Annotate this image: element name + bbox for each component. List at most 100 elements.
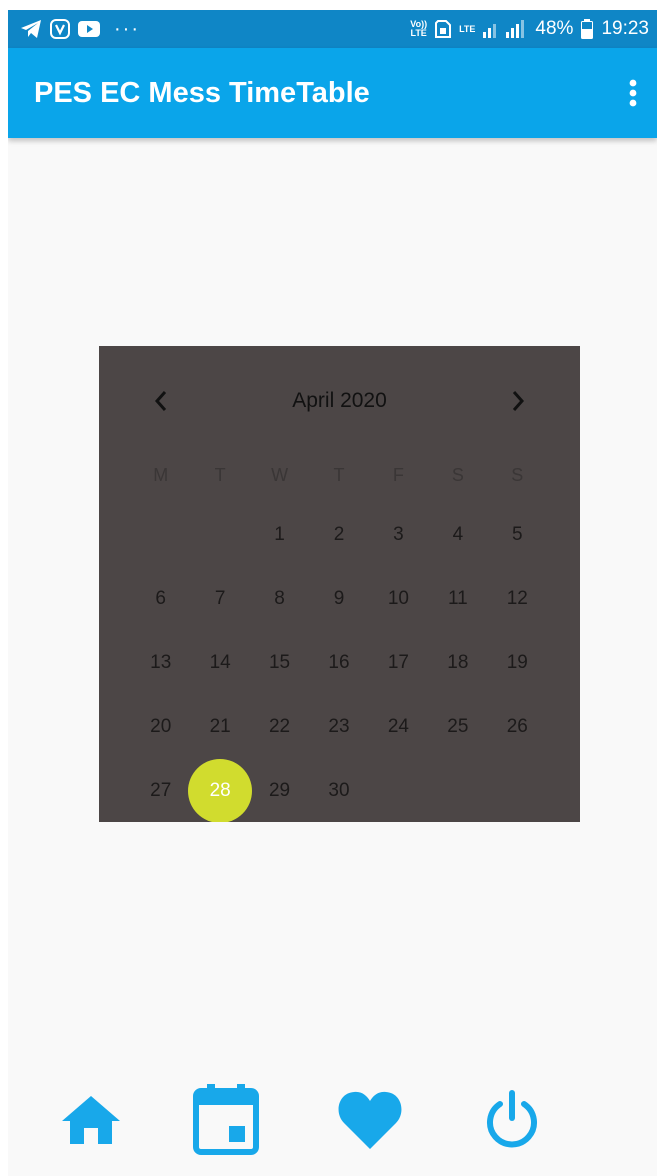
favorite-icon [338, 1091, 402, 1149]
signal-icon [483, 20, 527, 38]
day-number: 2 [333, 524, 345, 545]
logout-button[interactable] [480, 1070, 544, 1170]
app-title: PES EC Mess TimeTable [34, 77, 370, 109]
app-screen: ··· Vo)) LTE LTE 48% 19:23 PES EC Mess T… [8, 10, 657, 1176]
calendar-day[interactable]: 18 [428, 631, 487, 695]
calendar-day[interactable]: 25 [428, 695, 487, 759]
weekday-label: T [214, 465, 226, 485]
day-number: 11 [447, 588, 468, 609]
day-number: 26 [506, 716, 528, 737]
calendar-day[interactable]: 11 [428, 567, 487, 631]
chevron-right-icon [512, 391, 525, 411]
calendar-day[interactable]: 8 [250, 567, 309, 631]
calendar-day[interactable]: 14 [190, 631, 249, 695]
day-grid: 1 2 3 4 5 6 7 8 9 10 11 12 13 14 15 16 17 18 19 20 21 22 23 24 2… [131, 503, 547, 822]
calendar-day[interactable]: 2 [309, 503, 368, 567]
day-number: 19 [506, 652, 528, 673]
day-number: 28 [209, 780, 231, 801]
day-number: 30 [328, 780, 350, 801]
day-number: 29 [268, 780, 291, 801]
day-number: 20 [150, 716, 172, 737]
sim-icon [435, 20, 452, 38]
calendar-day[interactable]: 22 [250, 695, 309, 759]
weekday-label: F [392, 465, 404, 485]
calendar-day[interactable]: 12 [488, 567, 547, 631]
empty-day-cell [131, 503, 190, 567]
day-number: 9 [333, 588, 345, 609]
calendar-day[interactable]: 30 [309, 759, 368, 822]
favorites-button[interactable] [334, 1070, 406, 1170]
more-notifications-indicator: ··· [114, 17, 140, 40]
next-month-button[interactable] [498, 381, 538, 421]
calendar-day[interactable]: 26 [488, 695, 547, 759]
youtube-icon [78, 21, 100, 37]
calendar-day[interactable]: 7 [190, 567, 249, 631]
calendar-day[interactable]: 20 [131, 695, 190, 759]
home-icon [62, 1096, 120, 1144]
day-number: 16 [328, 652, 350, 673]
volte-indicator: Vo)) LTE [410, 19, 428, 38]
home-button[interactable] [56, 1070, 126, 1170]
day-number: 5 [511, 524, 523, 545]
calendar-day[interactable]: 4 [428, 503, 487, 567]
status-bar: ··· Vo)) LTE LTE 48% 19:23 [8, 10, 657, 48]
day-number: 4 [452, 524, 464, 545]
calendar-day[interactable]: 3 [369, 503, 428, 567]
day-number: 21 [209, 716, 231, 737]
bottom-navigation [8, 1070, 657, 1170]
day-number: 18 [447, 652, 469, 673]
clock: 19:23 [601, 18, 649, 39]
overflow-menu-button[interactable] [615, 75, 651, 111]
calendar-day[interactable]: 6 [131, 567, 190, 631]
day-number: 13 [150, 652, 172, 673]
day-number: 27 [150, 780, 172, 801]
lte-indicator: LTE [459, 23, 476, 34]
calendar-view: April 2020 MTWTFSS 1 2 3 4 5 6 7 8 9 10 11 12 13 14 15… [99, 346, 580, 822]
calendar-day[interactable]: 27 [131, 759, 190, 822]
empty-day-cell [190, 503, 249, 567]
battery-icon [581, 19, 594, 39]
weekday-header: MTWTFSS [131, 456, 547, 494]
day-number: 7 [214, 588, 226, 609]
calendar-button[interactable] [188, 1070, 264, 1170]
weekday-label: S [451, 465, 464, 485]
app-bar: PES EC Mess TimeTable [8, 48, 657, 138]
calendar-day[interactable]: 13 [131, 631, 190, 695]
day-number: 17 [387, 652, 409, 673]
day-number: 10 [387, 588, 409, 609]
day-number: 25 [447, 716, 469, 737]
previous-month-button[interactable] [141, 381, 181, 421]
chevron-left-icon [154, 391, 167, 411]
calendar-day[interactable]: 24 [369, 695, 428, 759]
calendar-day[interactable]: 19 [488, 631, 547, 695]
selected-day[interactable]: 28 [190, 759, 249, 822]
saavn-icon [50, 19, 70, 39]
weekday-label: W [271, 465, 289, 485]
day-number: 8 [274, 588, 285, 609]
calendar-icon [193, 1084, 259, 1155]
calendar-day[interactable]: 23 [309, 695, 368, 759]
calendar-day[interactable]: 9 [309, 567, 368, 631]
day-number: 3 [393, 524, 404, 545]
more-vert-icon [629, 79, 637, 107]
calendar-day[interactable]: 17 [369, 631, 428, 695]
calendar-day[interactable]: 15 [250, 631, 309, 695]
calendar-day[interactable]: 21 [190, 695, 249, 759]
weekday-label: T [333, 465, 345, 485]
day-number: 6 [155, 588, 166, 609]
calendar-day[interactable]: 29 [250, 759, 309, 822]
weekday-label: S [511, 465, 524, 485]
power-icon [487, 1090, 537, 1148]
telegram-icon [20, 19, 42, 39]
calendar-day[interactable]: 5 [488, 503, 547, 567]
calendar-day[interactable]: 1 [250, 503, 309, 567]
calendar-day[interactable]: 10 [369, 567, 428, 631]
day-number: 22 [268, 716, 291, 737]
day-number: 24 [387, 716, 409, 737]
day-number: 23 [328, 716, 350, 737]
day-number: 15 [268, 652, 291, 673]
day-number: 14 [209, 652, 231, 673]
battery-percent: 48% [535, 18, 574, 39]
day-number: 12 [506, 588, 528, 609]
calendar-day[interactable]: 16 [309, 631, 368, 695]
